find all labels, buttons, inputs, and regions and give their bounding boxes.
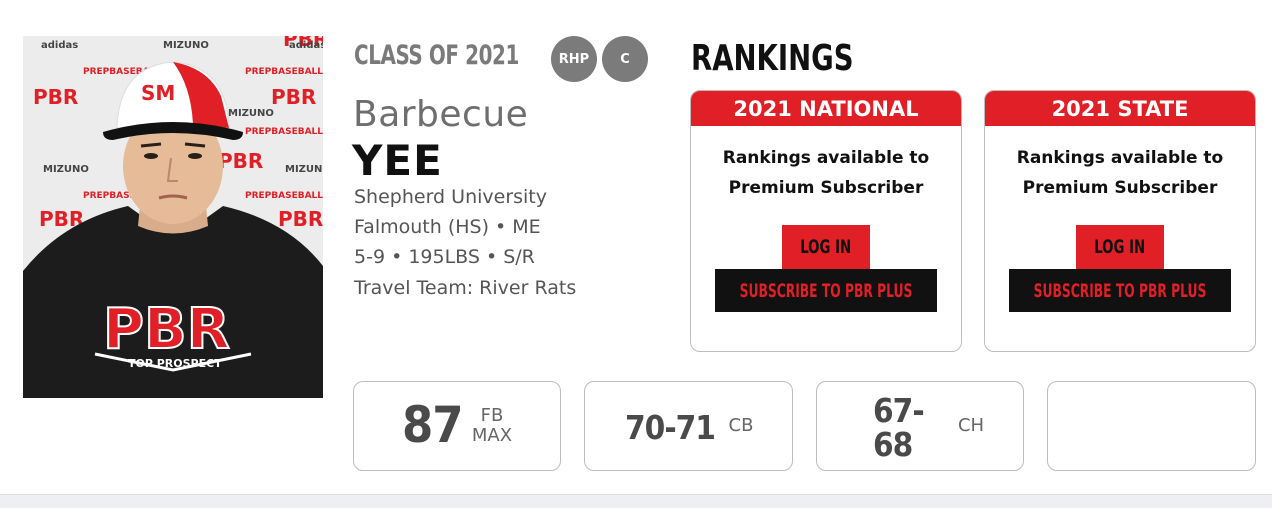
ranking-card-heading: 2021 NATIONAL	[691, 91, 961, 126]
login-button-label: LOG IN	[1094, 236, 1146, 258]
backdrop-mizuno-logo: MIZUNO	[163, 40, 209, 51]
ranking-message-line: Premium Subscriber	[1022, 178, 1218, 198]
login-button[interactable]: LOG IN	[782, 225, 870, 269]
stat-label: CH	[955, 416, 987, 436]
ranking-message-line: Premium Subscriber	[728, 178, 924, 198]
shirt-logo-text: PBR	[103, 297, 230, 362]
player-high-school: Falmouth (HS) • ME	[354, 216, 541, 238]
stat-label: FB MAX	[470, 406, 514, 446]
backdrop-pbr-logo: PBR	[278, 207, 323, 231]
stat-label-line: CH	[957, 415, 985, 436]
stat-label-line: MAX	[471, 425, 513, 446]
stat-label-line: CB	[728, 415, 754, 436]
ranking-card-message: Rankings available to Premium Subscriber	[691, 143, 961, 203]
position-badge-rhp: RHP	[551, 36, 597, 82]
backdrop-mizuno-logo: MIZUNO	[228, 108, 274, 119]
player-first-name: Barbecue	[353, 94, 529, 135]
backdrop-adidas-logo: adidas	[41, 40, 78, 51]
stat-value: 70-71	[625, 408, 716, 447]
position-badge-c: C	[602, 36, 648, 82]
shirt-tagline: TOP PROSPECT	[128, 357, 222, 370]
backdrop-mizuno-logo: MIZUNO	[43, 164, 89, 175]
backdrop-site-text: PREPBASEBALL	[245, 127, 323, 137]
subscribe-button-label: SUBSCRIBE TO PBR PLUS	[739, 279, 913, 302]
stat-value: 87	[402, 396, 464, 454]
shirt-pbr-logo: PBR TOP PROSPECT	[94, 294, 252, 372]
backdrop-site-text: PREPBASEBALL	[245, 191, 323, 201]
login-button-label: LOG IN	[800, 236, 852, 258]
subscribe-button[interactable]: SUBSCRIBE TO PBR PLUS	[715, 269, 937, 312]
ranking-card-state: 2021 STATE Rankings available to Premium…	[984, 90, 1256, 352]
login-button[interactable]: LOG IN	[1076, 225, 1164, 269]
stat-box-fb-max: 87 FB MAX	[353, 381, 561, 471]
player-measurables: 5-9 • 195LBS • S/R	[354, 246, 535, 268]
stat-value: 67- 68	[873, 391, 925, 464]
cap-logo: SM	[141, 81, 175, 105]
stat-label-line: FB	[480, 405, 504, 426]
ranking-message-line: Rankings available to	[1016, 148, 1224, 168]
backdrop-pbr-logo: PBR	[33, 85, 78, 109]
rankings-title: RANKINGS	[691, 38, 854, 79]
class-of-label: CLASS OF 2021	[354, 40, 519, 71]
player-profile-page: PBR PBR PBR PBR PBR PBR PREPBASEBALL PRE…	[0, 0, 1272, 508]
page-bottom-divider	[0, 494, 1272, 508]
player-college: Shepherd University	[354, 186, 548, 208]
player-photo: PBR PBR PBR PBR PBR PBR PREPBASEBALL PRE…	[23, 36, 323, 398]
stat-box-ch: 67- 68 CH	[816, 381, 1024, 471]
backdrop-pbr-logo: PBR	[218, 149, 263, 173]
stat-value-line: 68	[873, 425, 913, 464]
stat-box-cb: 70-71 CB	[584, 381, 793, 471]
ranking-card-heading: 2021 STATE	[985, 91, 1255, 126]
subscribe-button-label: SUBSCRIBE TO PBR PLUS	[1033, 279, 1207, 302]
backdrop-mizuno-logo: MIZUNO	[285, 164, 323, 175]
player-last-name: YEE	[352, 136, 443, 185]
backdrop-site-text: PREPBASEBALL	[245, 67, 323, 77]
stat-label: CB	[725, 416, 757, 436]
ranking-message-line: Rankings available to	[722, 148, 930, 168]
ranking-card-national: 2021 NATIONAL Rankings available to Prem…	[690, 90, 962, 352]
ranking-card-message: Rankings available to Premium Subscriber	[985, 143, 1255, 203]
stat-value-line: 67-	[873, 391, 925, 430]
subscribe-button[interactable]: SUBSCRIBE TO PBR PLUS	[1009, 269, 1231, 312]
backdrop-adidas-logo: adidas	[289, 40, 323, 51]
backdrop-pbr-logo: PBR	[271, 85, 316, 109]
player-travel-team: Travel Team: River Rats	[354, 277, 577, 299]
stat-box-empty	[1047, 381, 1256, 471]
